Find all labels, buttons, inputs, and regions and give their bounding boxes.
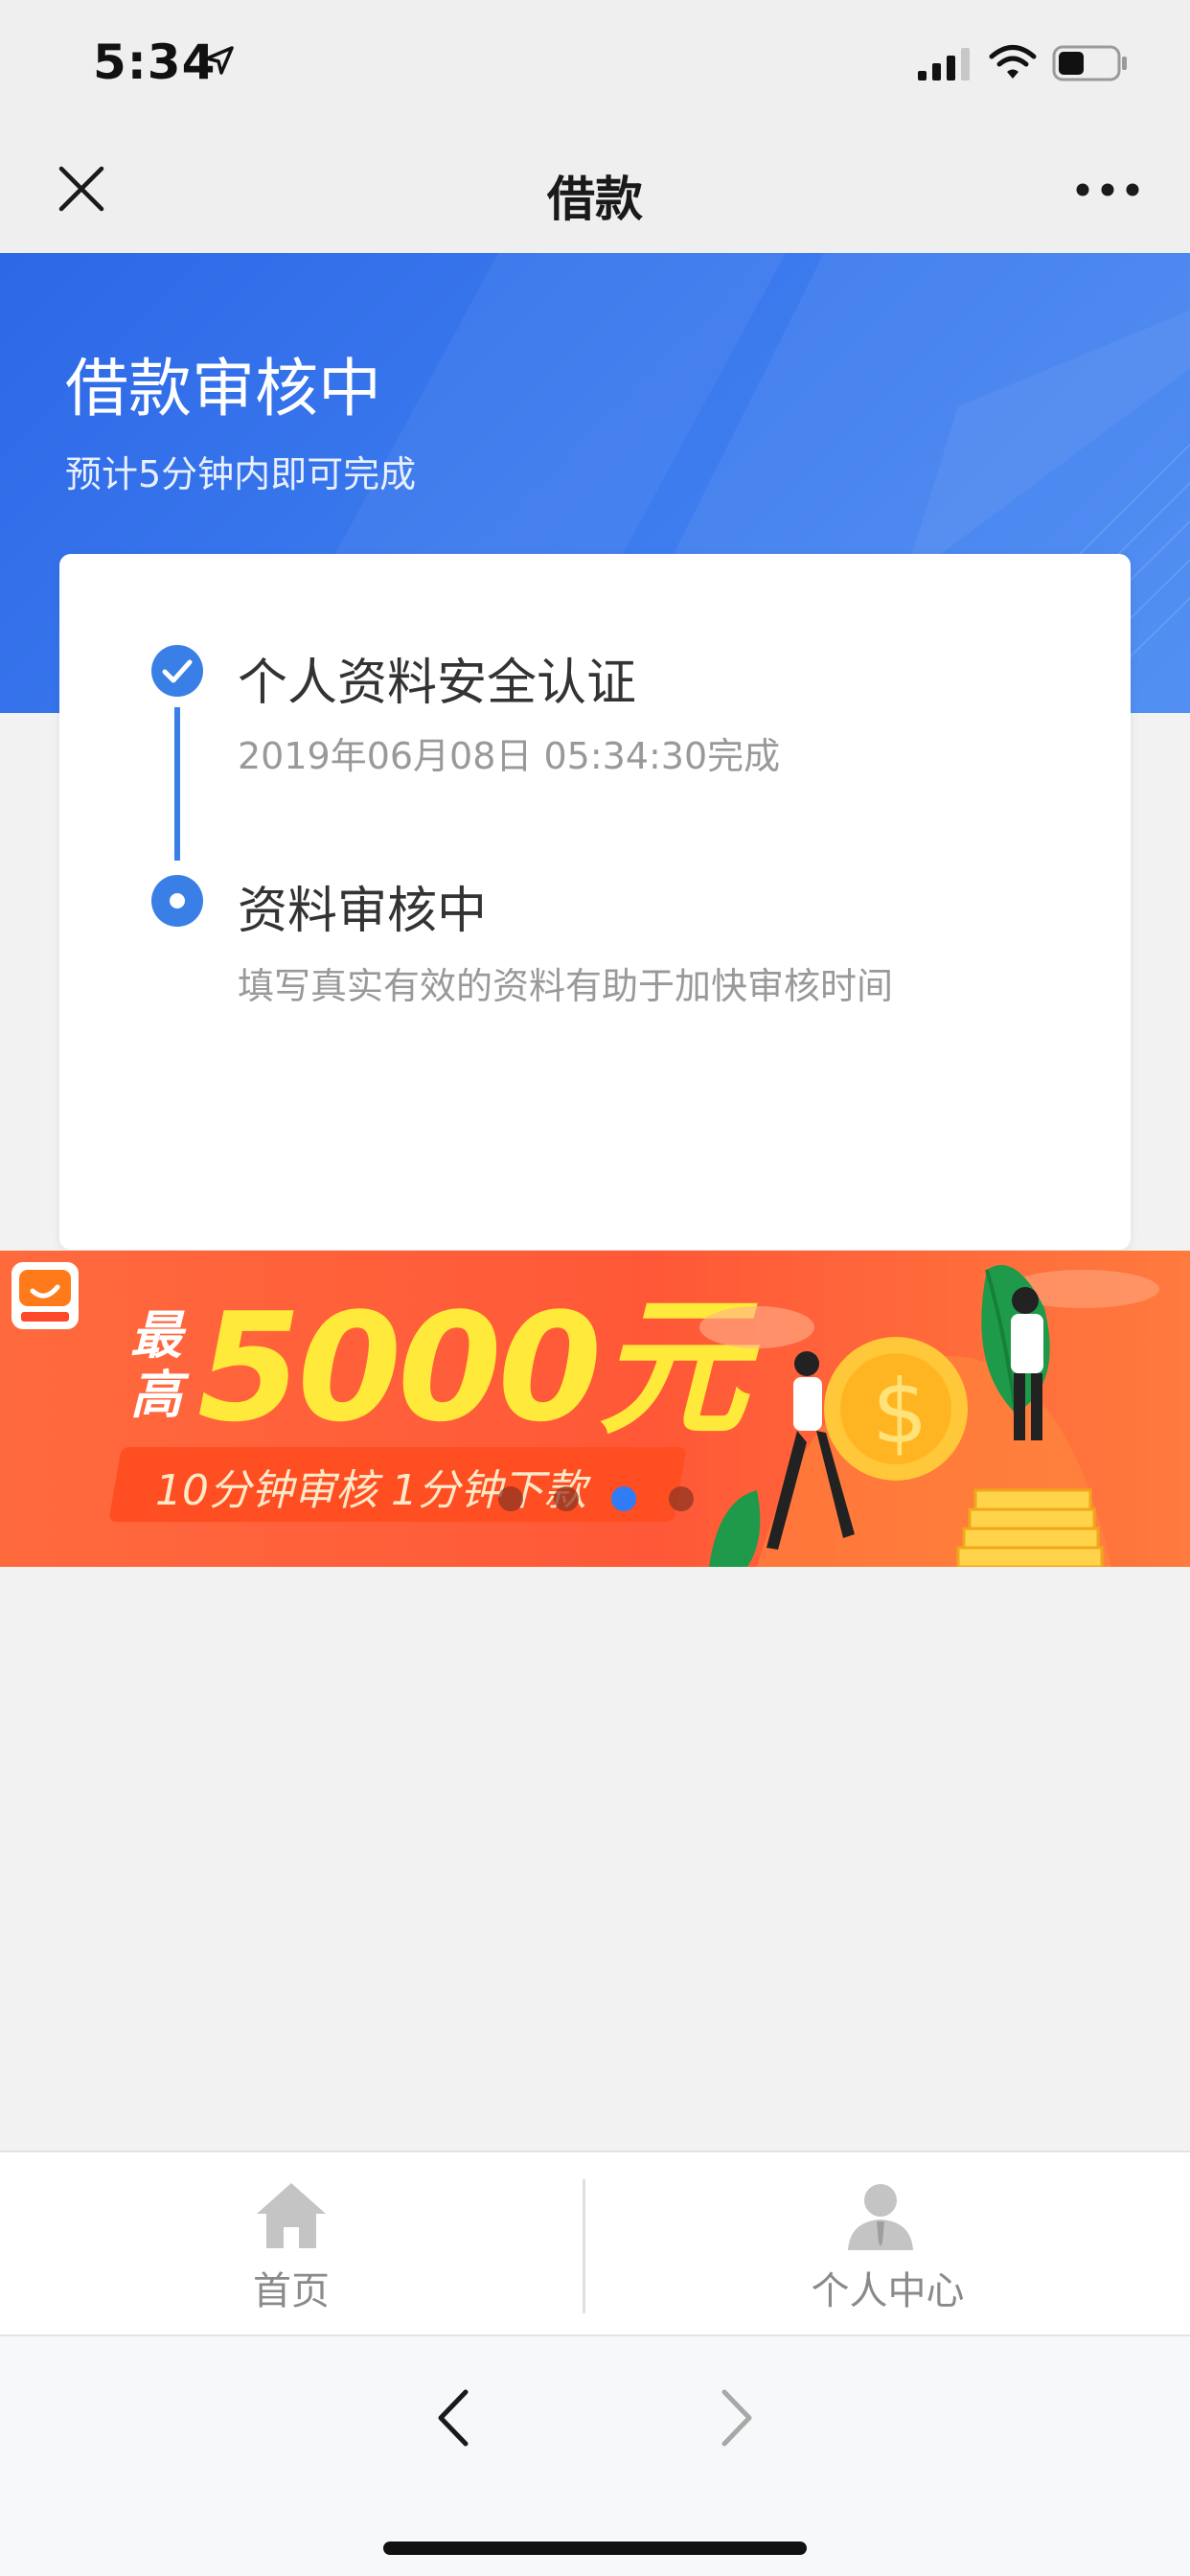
- tab-label-home: 首页: [253, 2269, 330, 2313]
- carousel-dot-active[interactable]: [611, 1486, 636, 1511]
- step-time-verification: 2019年06月08日 05:34:30完成: [238, 735, 781, 777]
- hero-title: 借款审核中: [65, 352, 381, 426]
- browser-toolbar: [0, 2334, 1190, 2576]
- timeline-connector: [174, 707, 180, 861]
- step-title-review: 资料审核中: [238, 883, 488, 940]
- carousel-dots: [498, 1486, 709, 1515]
- svg-text:$: $: [872, 1361, 928, 1463]
- user-icon: [848, 2184, 913, 2250]
- location-arrow-icon: [205, 46, 234, 75]
- banner-prefix: 最高: [130, 1305, 182, 1425]
- carousel-dot[interactable]: [669, 1486, 694, 1511]
- progress-card: 个人资料安全认证 2019年06月08日 05:34:30完成 资料审核中 填写…: [59, 554, 1131, 1250]
- tab-label-personal-center: 个人中心: [811, 2269, 965, 2313]
- carousel-dot[interactable]: [498, 1486, 523, 1511]
- brand-logo-icon: [11, 1262, 79, 1329]
- signal-icon: [918, 48, 970, 80]
- tab-personal-center[interactable]: 个人中心: [585, 2152, 1190, 2336]
- check-circle-icon: [151, 645, 203, 697]
- home-indicator: [383, 2542, 807, 2555]
- current-step-dot-icon: [151, 875, 203, 927]
- step-title-verification: 个人资料安全认证: [238, 655, 637, 712]
- back-icon[interactable]: [429, 2384, 477, 2451]
- wifi-icon: [989, 45, 1037, 79]
- home-icon: [257, 2183, 326, 2248]
- forward-icon[interactable]: [713, 2384, 761, 2451]
- carousel-dot[interactable]: [554, 1486, 579, 1511]
- banner-illustration: $: [699, 1265, 1159, 1567]
- status-time: 5:34: [93, 34, 217, 90]
- bottom-tab-bar: 首页 个人中心: [0, 2150, 1190, 2334]
- banner-amount: 5000元: [197, 1280, 747, 1455]
- status-bar: 5:34: [0, 0, 1190, 134]
- page-title: 借款: [547, 172, 643, 227]
- nav-bar: 借款: [0, 134, 1190, 253]
- loan-page: 5:34 借款 借款审核中 预计5分钟内即可完成 个人资料安全认证 2019年0…: [0, 0, 1190, 2576]
- battery-icon: [1052, 45, 1127, 81]
- step-desc-review: 填写真实有效的资料有助于加快审核时间: [238, 965, 894, 1007]
- hero-subtitle: 预计5分钟内即可完成: [65, 453, 417, 495]
- tab-home[interactable]: 首页: [0, 2152, 583, 2336]
- promo-banner[interactable]: 最高 5000元 10分钟审核 1分钟下款 $: [0, 1251, 1190, 1567]
- more-icon[interactable]: [1075, 182, 1140, 197]
